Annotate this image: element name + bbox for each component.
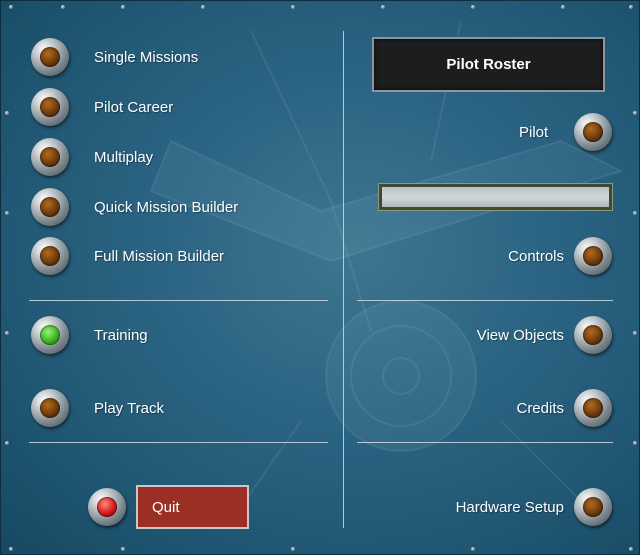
quit-button[interactable]: Quit [136, 485, 249, 529]
menu-item-label: Pilot Career [94, 99, 174, 116]
menu-item-label: Quick Mission Builder [94, 199, 239, 216]
lens [40, 246, 60, 266]
amber-light-button-icon[interactable] [574, 488, 612, 526]
pilot-button-icon[interactable] [574, 113, 612, 151]
left-section-divider [29, 442, 328, 443]
amber-light-button-icon[interactable] [31, 188, 69, 226]
rivet [633, 441, 637, 445]
menu-item-training[interactable]: Training [31, 316, 331, 356]
amber-light-button-icon[interactable] [31, 38, 69, 76]
lens [583, 497, 603, 517]
rivet [201, 5, 205, 9]
lens [583, 325, 603, 345]
main-menu-screen: Single Missions Pilot Career Multiplay Q… [0, 0, 640, 555]
rivet [5, 331, 9, 335]
lens [583, 246, 603, 266]
lens [583, 122, 603, 142]
pilot-label: Pilot [519, 124, 549, 141]
amber-light-button-icon[interactable] [574, 237, 612, 275]
left-section-divider [29, 300, 328, 301]
lens [40, 398, 60, 418]
menu-item-view-objects[interactable]: View Objects [431, 316, 616, 356]
lens [97, 497, 117, 517]
menu-item-label: Single Missions [94, 49, 199, 66]
menu-item-multiplay[interactable]: Multiplay [31, 138, 331, 178]
menu-item-label: Full Mission Builder [94, 248, 225, 265]
rivet [471, 5, 475, 9]
amber-light-button-icon[interactable] [31, 389, 69, 427]
rivet [5, 111, 9, 115]
center-divider [343, 31, 344, 528]
rivet [5, 441, 9, 445]
lens [40, 147, 60, 167]
amber-light-button-icon[interactable] [31, 88, 69, 126]
amber-light-button-icon[interactable] [31, 138, 69, 176]
rivet [9, 5, 13, 9]
menu-item-label: Training [94, 327, 148, 344]
rivet [633, 111, 637, 115]
menu-item-label: Multiplay [94, 149, 154, 166]
lens [40, 47, 60, 67]
rivet [629, 5, 633, 9]
pilot-roster-title: Pilot Roster [372, 37, 605, 92]
menu-item-quick-mission-builder[interactable]: Quick Mission Builder [31, 188, 331, 228]
amber-light-button-icon[interactable] [574, 316, 612, 354]
menu-item-play-track[interactable]: Play Track [31, 389, 331, 429]
lens [40, 97, 60, 117]
menu-item-hardware-setup[interactable]: Hardware Setup [401, 488, 616, 528]
green-light-button-icon[interactable] [31, 316, 69, 354]
rivet [471, 547, 475, 551]
lens [40, 197, 60, 217]
rivet [561, 5, 565, 9]
rivet [121, 5, 125, 9]
menu-item-label: Credits [516, 400, 564, 417]
right-section-divider [357, 300, 613, 301]
menu-item-label: Hardware Setup [455, 499, 564, 516]
right-section-divider [357, 442, 613, 443]
menu-item-full-mission-builder[interactable]: Full Mission Builder [31, 237, 331, 277]
pilot-name-field[interactable] [379, 184, 612, 210]
quit-light-button-icon[interactable] [88, 488, 126, 526]
rivet [5, 211, 9, 215]
lens [583, 398, 603, 418]
menu-item-single-missions[interactable]: Single Missions [31, 38, 331, 78]
amber-light-button-icon[interactable] [574, 389, 612, 427]
menu-item-label: Play Track [94, 400, 165, 417]
rivet [9, 547, 13, 551]
rivet [291, 547, 295, 551]
rivet [61, 5, 65, 9]
amber-light-button-icon[interactable] [31, 237, 69, 275]
menu-item-label: View Objects [476, 327, 564, 344]
rivet [629, 547, 633, 551]
rivet [633, 211, 637, 215]
rivet [121, 547, 125, 551]
lens [40, 325, 60, 345]
rivet [291, 5, 295, 9]
menu-item-controls[interactable]: Controls [431, 237, 616, 277]
rivet [633, 331, 637, 335]
rivet [381, 5, 385, 9]
menu-item-pilot-career[interactable]: Pilot Career [31, 88, 331, 128]
menu-item-label: Controls [508, 248, 564, 265]
menu-item-credits[interactable]: Credits [431, 389, 616, 429]
